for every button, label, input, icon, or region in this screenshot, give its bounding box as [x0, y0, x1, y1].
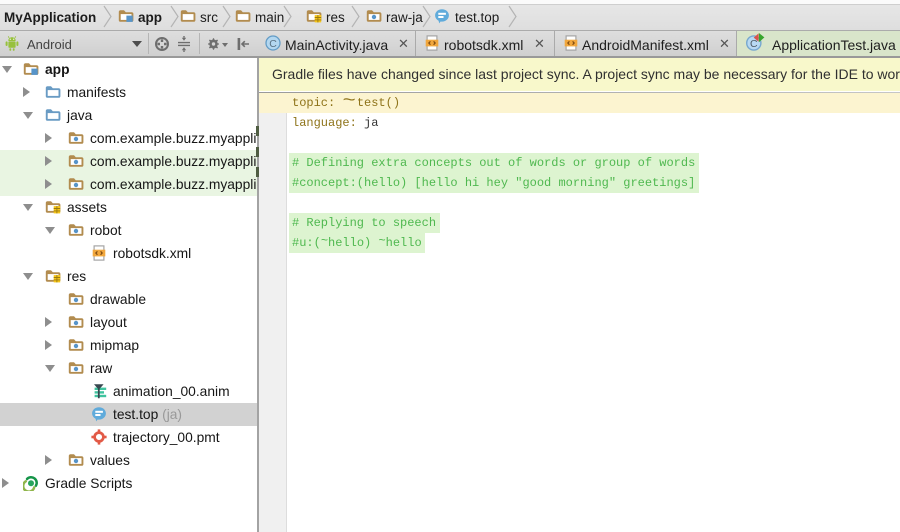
svg-text:C: C — [269, 38, 277, 50]
